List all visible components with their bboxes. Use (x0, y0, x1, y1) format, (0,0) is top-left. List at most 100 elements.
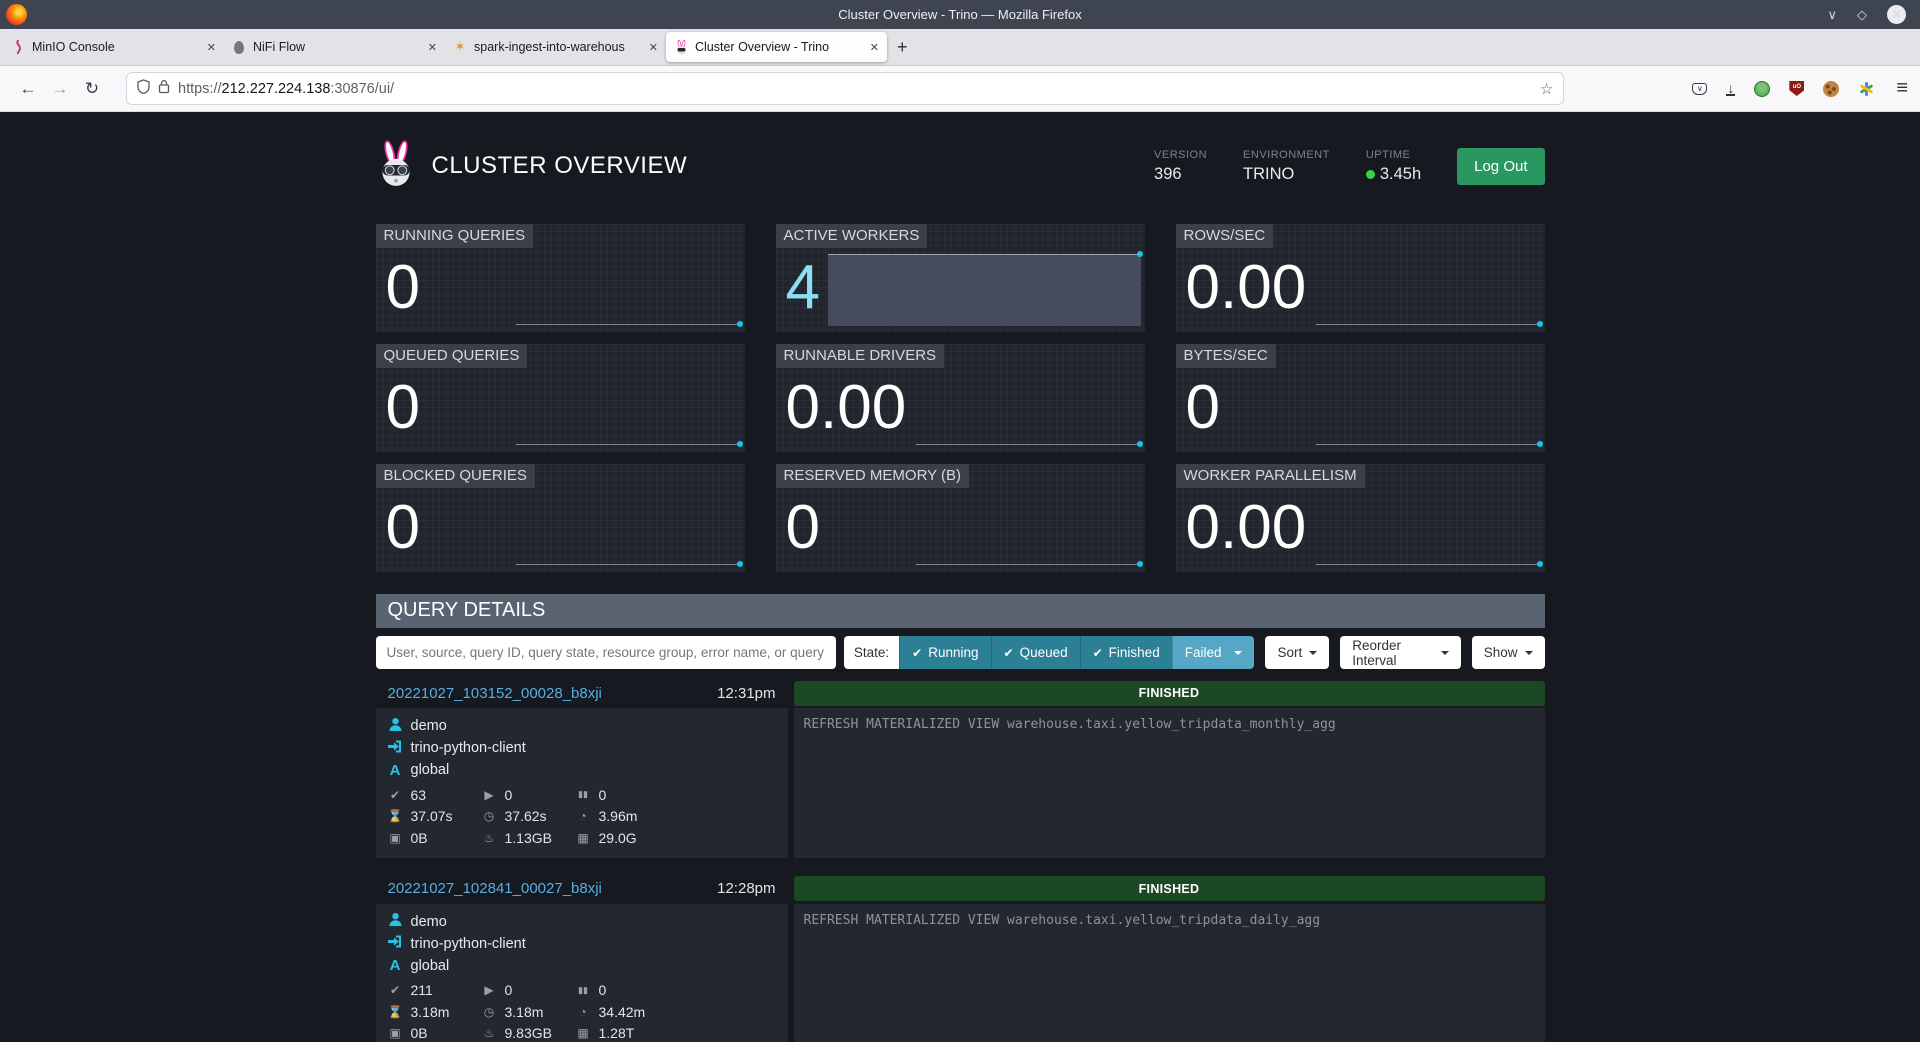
tab-spark-notebook[interactable]: ✶ spark-ingest-into-warehous ✕ (445, 32, 666, 62)
query-stat-value: 9.83GB (505, 1025, 552, 1041)
menu-icon[interactable]: ≡ (1896, 77, 1908, 100)
running-splits-icon: ▶ (482, 984, 497, 996)
stat-tile-value: 0.00 (786, 376, 907, 439)
logout-button[interactable]: Log Out (1457, 148, 1544, 185)
query-stat: ▮▮0 (576, 980, 776, 1002)
tab-close-icon[interactable]: ✕ (870, 41, 879, 54)
shield-icon[interactable] (137, 79, 150, 99)
state-filter-failed-dropdown[interactable]: Failed (1172, 636, 1255, 669)
cookie-extension-icon[interactable] (1823, 81, 1839, 97)
query-stat-value: 29.0G (599, 830, 637, 846)
query-stat: ▣0B (388, 1023, 482, 1042)
query-time: 12:28pm (717, 880, 775, 897)
back-icon[interactable]: ← (12, 79, 44, 99)
query-stat: ▮▮0 (576, 784, 776, 806)
query-stats: ✔63▶0▮▮0⌛37.07s◷37.62s◔3.96m▣0B♨1.13GB▦2… (388, 784, 776, 849)
reload-icon[interactable]: ↻ (76, 79, 108, 99)
resource-group-icon: A (388, 957, 403, 974)
completed-splits-icon: ✔ (388, 789, 403, 801)
query-meta: demo trino-python-client A global ✔211▶0… (376, 904, 788, 1042)
query-id-link[interactable]: 20221027_102841_00027_b8xji (388, 880, 602, 897)
stat-tile-label: ROWS/SEC (1176, 224, 1274, 248)
stat-tile: ROWS/SEC 0.00 (1176, 224, 1545, 332)
query-stat: ✔ 211 (388, 980, 482, 1002)
state-filter-finished[interactable]: ✔ Finished (1080, 636, 1172, 669)
query-stat-value: 37.07s (411, 808, 453, 824)
query-id-link[interactable]: 20221027_103152_00028_b8xji (388, 685, 602, 702)
minio-icon (11, 40, 25, 55)
query-stat: ◷37.62s (482, 806, 576, 828)
user-icon (388, 912, 403, 931)
source-login-icon (388, 934, 403, 953)
sparkline-chart (516, 564, 741, 565)
sparkline-area-chart (828, 254, 1141, 326)
window-title: Cluster Overview - Trino — Mozilla Firef… (0, 7, 1920, 22)
query-stat-value: 37.62s (505, 808, 547, 824)
nifi-icon (232, 40, 246, 55)
query-stat-value: 3.18m (505, 1004, 544, 1020)
cumulative-memory-icon: ▦ (576, 1027, 591, 1039)
query-row: 20221027_103152_00028_b8xji 12:31pm FINI… (376, 678, 1545, 858)
tab-cluster-overview[interactable]: Cluster Overview - Trino ✕ (666, 32, 887, 62)
elapsed-time-icon: ⌛ (388, 1006, 403, 1018)
query-stat: ▣0B (388, 827, 482, 849)
stat-tile: BLOCKED QUERIES 0 (376, 464, 745, 572)
window-close-icon[interactable]: ✕ (1887, 5, 1906, 24)
new-tab-button[interactable]: + (897, 37, 908, 58)
show-dropdown[interactable]: Show (1472, 636, 1545, 669)
bookmark-star-icon[interactable]: ☆ (1540, 80, 1553, 98)
query-stat-value: 1.28T (599, 1025, 635, 1041)
query-stat: ◔3.96m (576, 806, 776, 828)
url-text: https://212.227.224.138:30876/ui/ (178, 81, 1532, 97)
query-stat-value: 211 (411, 982, 433, 998)
uptime-status-dot (1366, 170, 1375, 179)
url-bar[interactable]: https://212.227.224.138:30876/ui/ ☆ (126, 72, 1564, 105)
navigation-toolbar: ← → ↻ https://212.227.224.138:30876/ui/ … (0, 66, 1920, 112)
sort-dropdown[interactable]: Sort (1265, 636, 1329, 669)
tab-close-icon[interactable]: ✕ (649, 41, 658, 54)
query-source: trino-python-client (411, 740, 526, 756)
state-filter-queued[interactable]: ✔ Queued (991, 636, 1080, 669)
check-icon: ✔ (1004, 646, 1014, 660)
cpu-time-icon: ◔ (576, 1006, 591, 1018)
state-filter-label: State: (844, 636, 899, 669)
query-list: 20221027_103152_00028_b8xji 12:31pm FINI… (376, 678, 1545, 1042)
cluster-header: CLUSTER OVERVIEW VERSION 396 ENVIRONMENT… (376, 112, 1545, 194)
tab-close-icon[interactable]: ✕ (428, 41, 437, 54)
query-search-input[interactable] (376, 636, 836, 669)
stat-tile-value: 0 (386, 256, 420, 319)
forward-icon[interactable]: → (44, 79, 76, 99)
query-user: demo (411, 718, 447, 734)
peak-memory-icon: ♨ (482, 1027, 497, 1039)
sparkline-chart (1316, 324, 1541, 325)
tab-close-icon[interactable]: ✕ (207, 41, 216, 54)
query-time: 12:31pm (717, 685, 775, 702)
query-source: trino-python-client (411, 936, 526, 952)
tab-minio-console[interactable]: MinIO Console ✕ (3, 32, 224, 62)
sparkline-chart (916, 444, 1141, 445)
pocket-icon[interactable]: ∨ (1692, 83, 1707, 95)
query-stat: ◔34.42m (576, 1001, 776, 1023)
stat-tile: BYTES/SEC 0 (1176, 344, 1545, 452)
downloads-icon[interactable]: ↓ (1726, 82, 1735, 96)
privacy-extension-icon[interactable] (1754, 81, 1770, 97)
cpu-time-icon: ◔ (576, 810, 591, 822)
query-details-header: QUERY DETAILS (376, 594, 1545, 628)
current-memory-icon: ▣ (388, 832, 403, 844)
completed-splits-icon: ✔ (388, 984, 403, 996)
reorder-interval-dropdown[interactable]: Reorder Interval (1340, 636, 1460, 669)
queued-splits-icon: ▮▮ (576, 790, 591, 799)
lock-icon[interactable] (158, 79, 170, 99)
query-stat: ▦ 1.28T (576, 1023, 776, 1042)
colorful-asterisk-extension-icon[interactable] (1858, 81, 1874, 97)
ublock-origin-icon[interactable]: uO (1789, 81, 1804, 96)
sparkline-chart (1316, 444, 1541, 445)
query-stat-value: 63 (411, 787, 427, 803)
query-user: demo (411, 914, 447, 930)
tab-nifi-flow[interactable]: NiFi Flow ✕ (224, 32, 445, 62)
query-snippet-panel: REFRESH MATERIALIZED VIEW warehouse.taxi… (794, 904, 1545, 1042)
state-filter-running[interactable]: ✔ Running (899, 636, 990, 669)
environment-value: TRINO (1243, 165, 1330, 184)
maximize-icon[interactable]: ◇ (1857, 7, 1867, 23)
minimize-icon[interactable]: ∨ (1827, 7, 1837, 23)
